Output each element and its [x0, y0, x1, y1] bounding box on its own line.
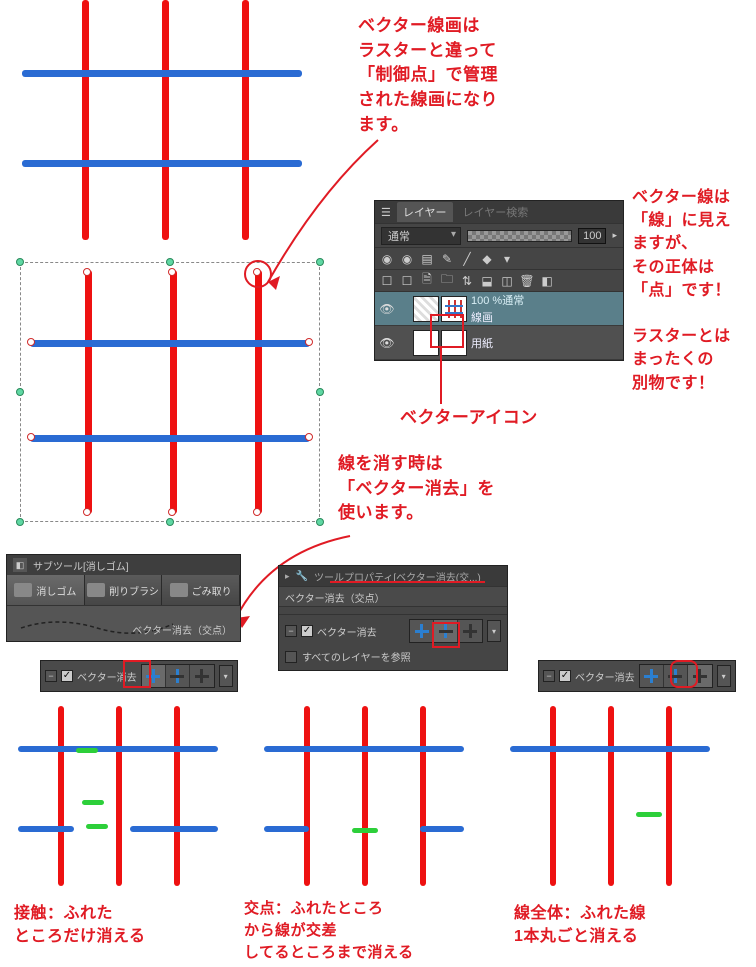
layer-toolbar-2: ☐ ☐ 🗎 🗀 ⇅ ⬓ ◫ 🗑 ◧: [375, 269, 623, 291]
visibility-icon[interactable]: 👁: [379, 335, 395, 351]
grid-raster: [22, 0, 302, 240]
subtool-preview[interactable]: ベクター消去（交点）: [7, 605, 240, 641]
grid-vector-selected: [30, 270, 310, 514]
highlight-mode-whole: [670, 660, 698, 688]
grid-result-touch: [18, 706, 218, 886]
vector-erase-row: − ✓ ベクター消去 ▾: [285, 619, 501, 643]
reference-all-layers-row[interactable]: すべてのレイヤーを参照: [285, 649, 501, 664]
expand-toggle[interactable]: −: [285, 625, 297, 637]
tab-scrape-brush[interactable]: 削りブラシ: [85, 575, 163, 605]
highlight-mode-intersection: [432, 622, 460, 648]
subtool-panel: ◧ サブツール[消しゴム] 消しゴム 削りブラシ ごみ取り ベクター消去（交点）: [6, 554, 241, 642]
opacity-stepper-icon[interactable]: ▸: [612, 230, 617, 241]
subtool-preview-label: ベクター消去（交点）: [132, 622, 232, 637]
mode-touch[interactable]: [640, 665, 664, 687]
layer-panel: ☰ レイヤー レイヤー検索 通常 100 ▸ ◉ ◉ ▤ ✎ ╱ ◆ ▾ ☐ ☐…: [374, 200, 624, 361]
layer-row-paper[interactable]: 👁 用紙: [375, 326, 623, 360]
reference-all-layers-checkbox[interactable]: [285, 651, 297, 663]
grid-result-whole: [510, 706, 710, 886]
vector-erase-strip-whole: − ✓ ベクター消去 ▾: [538, 660, 736, 692]
palette-icon[interactable]: ◧: [539, 273, 555, 289]
caption-whole: 線全体：ふれた線 1本丸ごと消える: [514, 902, 646, 948]
expand-toggle[interactable]: −: [543, 670, 555, 682]
dust-icon: [170, 583, 188, 597]
mask-dd-icon[interactable]: ▾: [499, 251, 515, 267]
mode-whole-line[interactable]: [190, 665, 214, 687]
new-layer-icon[interactable]: 🗎: [419, 273, 435, 289]
vector-erase-checkbox[interactable]: ✓: [61, 670, 73, 682]
highlight-vector-layer-thumb: [430, 314, 464, 348]
scrape-icon: [87, 583, 105, 597]
vector-erase-label: ベクター消去: [317, 624, 377, 639]
layer-name-paper: 用紙: [471, 335, 493, 351]
vector-erase-checkbox[interactable]: ✓: [301, 625, 313, 637]
mask-icon[interactable]: ◫: [499, 273, 515, 289]
ruler-icon[interactable]: ╱: [459, 251, 475, 267]
lock-icon[interactable]: ◉: [379, 251, 395, 267]
tab-dust-clean[interactable]: ごみ取り: [162, 575, 240, 605]
transfer-icon[interactable]: ⇅: [459, 273, 475, 289]
pen-icon[interactable]: ✎: [439, 251, 455, 267]
expand-toggle[interactable]: −: [45, 670, 57, 682]
mode-touch[interactable]: [410, 620, 434, 642]
trash-icon[interactable]: 🗑: [519, 273, 535, 289]
vector-erase-label: ベクター消去: [575, 669, 635, 684]
fill-icon[interactable]: ▤: [419, 251, 435, 267]
caption-touch: 接触：ふれた ところだけ消える: [14, 902, 146, 948]
erase-stroke-indicator: [76, 748, 98, 753]
mode-intersection[interactable]: [166, 665, 190, 687]
annotation-ctrl-points: ベクター線画は ラスターと違って 「制御点」で管理 された線画になり ます。: [358, 14, 498, 137]
mode-dropdown[interactable]: ▾: [219, 665, 233, 687]
tab-layers[interactable]: レイヤー: [397, 202, 453, 222]
reference-all-layers-label: すべてのレイヤーを参照: [302, 649, 411, 664]
cb1-icon[interactable]: ☐: [379, 273, 395, 289]
erase-stroke-indicator: [352, 828, 378, 833]
mode-dropdown[interactable]: ▾: [717, 665, 731, 687]
layer-opacity-label: 100 %通常: [471, 292, 524, 308]
blend-mode-dropdown[interactable]: 通常: [381, 227, 461, 245]
opacity-slider[interactable]: [467, 230, 572, 242]
subtool-group-icon[interactable]: ◧: [13, 558, 27, 572]
annotation-vector-erase: 線を消す時は 「ベクター消去」を 使います。: [338, 452, 495, 526]
opacity-value[interactable]: 100: [578, 228, 606, 244]
tool-property-subtitle: ベクター消去（交点）: [279, 586, 507, 606]
wrench-icon: 🔧: [296, 571, 308, 582]
erase-stroke-indicator: [82, 800, 104, 805]
grid-result-intersection: [264, 706, 464, 886]
layer-toolbar-1: ◉ ◉ ▤ ✎ ╱ ◆ ▾: [375, 247, 623, 269]
annotation-vector-icon: ベクターアイコン: [400, 406, 538, 431]
layer-name-lineart: 線画: [471, 309, 524, 325]
merge-icon[interactable]: ⬓: [479, 273, 495, 289]
eraser-icon: [14, 583, 32, 597]
cb2-icon[interactable]: ☐: [399, 273, 415, 289]
mode-whole-line[interactable]: [458, 620, 482, 642]
mode-dropdown[interactable]: ▾: [487, 620, 501, 642]
vector-erase-checkbox[interactable]: ✓: [559, 670, 571, 682]
layer-row-lineart[interactable]: 👁 100 %通常 線画: [375, 292, 623, 326]
ref-icon[interactable]: ◆: [479, 251, 495, 267]
caption-intersection: 交点：ふれたところ から線が交差 してるところまで消える: [244, 898, 414, 963]
new-folder-icon[interactable]: 🗀: [439, 273, 455, 289]
tab-layer-search[interactable]: レイヤー検索: [459, 202, 533, 222]
annotation-vector-point: ベクター線は 「線」に見え ますが、 その正体は 「点」です！ ラスターとは ま…: [632, 186, 731, 395]
layers-icon: ☰: [381, 206, 391, 219]
chevron-right-icon[interactable]: ▸: [285, 571, 290, 582]
erase-stroke-indicator: [636, 812, 662, 817]
tab-eraser[interactable]: 消しゴム: [7, 575, 85, 605]
lock2-icon[interactable]: ◉: [399, 251, 415, 267]
highlight-underline-toolprop: [330, 581, 485, 583]
subtool-title: サブツール[消しゴム]: [33, 558, 129, 573]
highlight-leader-line: [440, 348, 442, 404]
highlight-mode-touch: [123, 660, 151, 688]
visibility-icon[interactable]: 👁: [379, 301, 395, 317]
erase-stroke-indicator: [86, 824, 108, 829]
